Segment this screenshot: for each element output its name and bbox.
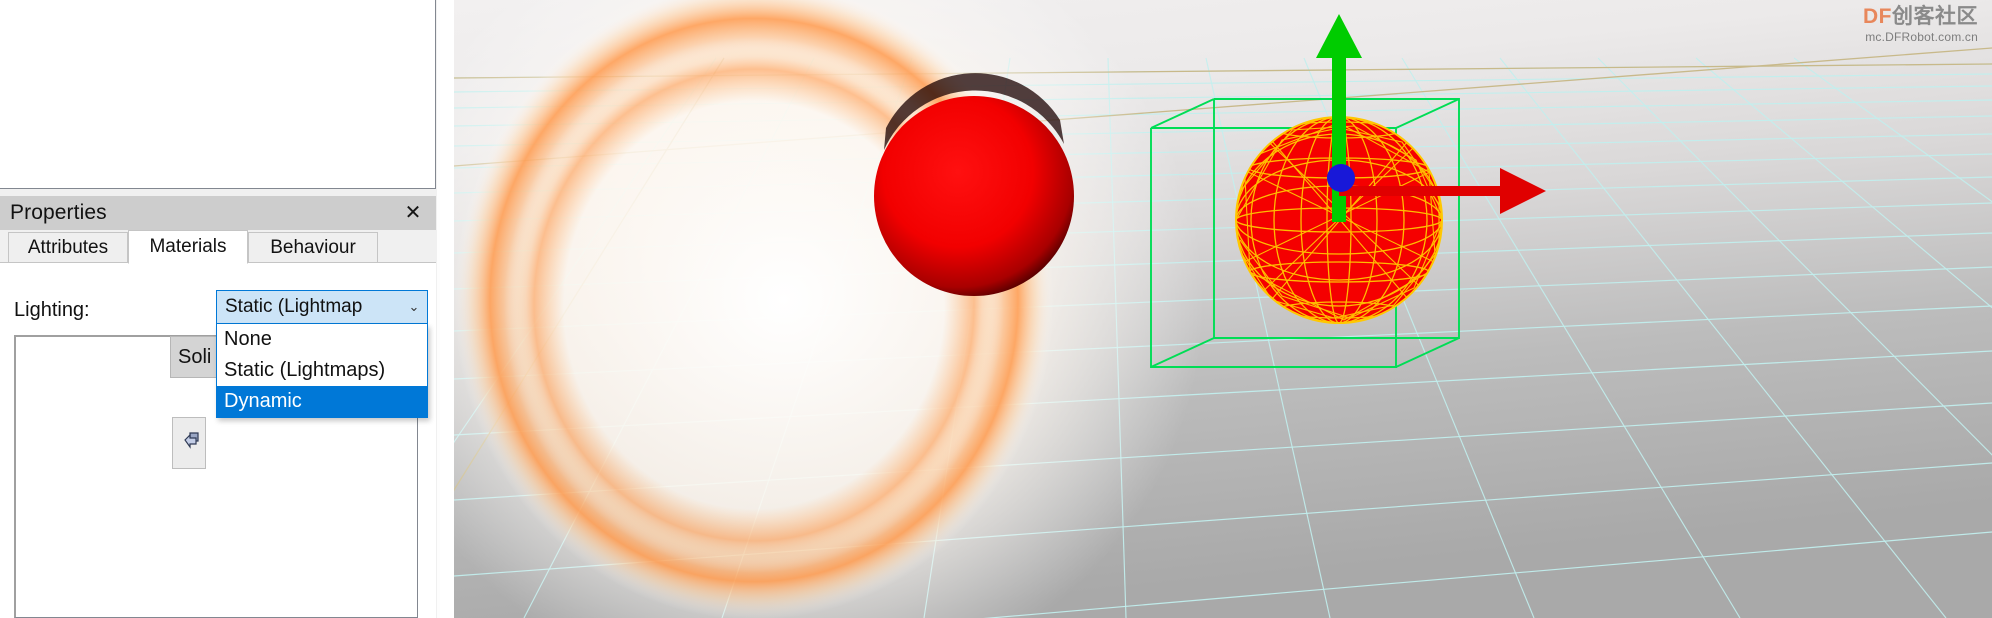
3d-scene-viewport[interactable]: DF创客社区 mc.DFRobot.com.cn (454, 0, 1992, 618)
tab-behaviour-label: Behaviour (270, 237, 356, 258)
lighting-dropdown-list[interactable]: None Static (Lightmaps) Dynamic (216, 324, 428, 418)
dropdown-option-dynamic[interactable]: Dynamic (217, 386, 427, 417)
viewport-canvas (454, 0, 1992, 618)
lighting-combobox[interactable]: Static (Lightmap ⌄ (216, 290, 428, 324)
scene-outliner-panel[interactable] (0, 0, 436, 189)
back-arrow-button[interactable] (172, 417, 206, 469)
dropdown-option-none-label: None (224, 328, 272, 350)
scene-light-glow (454, 0, 1204, 618)
dropdown-option-static-lightmaps[interactable]: Static (Lightmaps) (217, 355, 427, 386)
left-dock-panel: Properties ✕ Attributes Materials Behavi… (0, 0, 440, 618)
dropdown-option-none[interactable]: None (217, 324, 427, 355)
properties-titlebar[interactable]: Properties ✕ (0, 196, 436, 230)
sphere-shaded-red (874, 73, 1074, 296)
chevron-down-icon[interactable]: ⌄ (401, 299, 427, 315)
dropdown-option-dynamic-label: Dynamic (224, 390, 302, 412)
lighting-combobox-value: Static (Lightmap (225, 296, 363, 317)
tab-attributes-label: Attributes (27, 237, 109, 258)
tab-materials-label: Materials (149, 236, 227, 257)
tab-behaviour[interactable]: Behaviour (248, 232, 378, 263)
dropdown-option-static-lightmaps-label: Static (Lightmaps) (224, 359, 386, 381)
tab-materials[interactable]: Materials (128, 230, 248, 264)
tab-attributes[interactable]: Attributes (8, 232, 128, 263)
dock-divider (0, 189, 440, 196)
properties-tabstrip: Attributes Materials Behaviour (0, 230, 436, 264)
close-icon[interactable]: ✕ (400, 200, 426, 226)
panel-title: Properties (10, 201, 107, 224)
solid-fill-button-label: Soli (178, 345, 212, 368)
lighting-field-label: Lighting: (14, 299, 90, 321)
gizmo-origin-marker (1327, 164, 1355, 192)
back-arrow-icon (178, 431, 200, 456)
scene-outliner-content (0, 0, 435, 188)
dock-splitter-handle[interactable] (437, 0, 440, 618)
